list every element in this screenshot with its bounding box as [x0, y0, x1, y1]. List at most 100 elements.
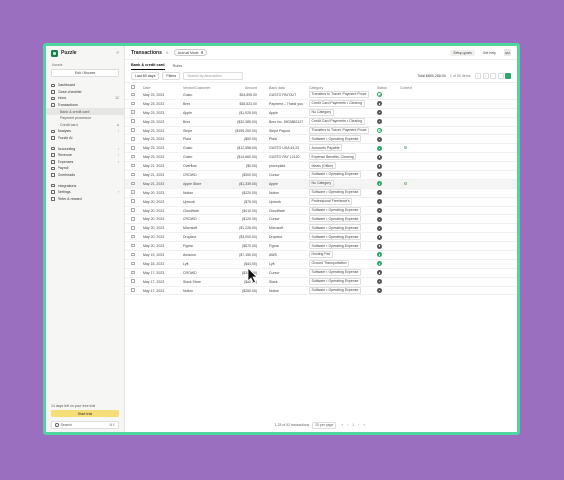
sort-icon[interactable]: ⇅	[166, 51, 169, 55]
sidebar-item-integrations[interactable]: Integrations	[46, 182, 124, 189]
table-row[interactable]: May 21, 2023 Overflow ($0.00) proceplaid Mea…	[125, 162, 517, 172]
table-row[interactable]: May 23, 2023 Brex ($32,385.00) Brex Inc. 89…	[125, 117, 517, 127]
category-select[interactable]: No Category	[309, 179, 334, 187]
accrual-mode-toggle[interactable]: Accrual Mode	[173, 49, 208, 56]
row-checkbox-box[interactable]	[131, 119, 135, 123]
sidebar-item-inbox[interactable]: Inbox 12	[46, 95, 124, 102]
context-icon[interactable]	[404, 146, 407, 150]
tab-bank-credit-card[interactable]: Bank & credit card	[131, 63, 165, 70]
setup-goals-button[interactable]: Setup goals	[450, 49, 475, 56]
status-check-icon[interactable]	[377, 225, 382, 231]
sidebar-item-close-checklist[interactable]: Close checklist	[46, 89, 124, 96]
table-row[interactable]: May 17, 2023 Notion ($250.00) Notion Softwar…	[125, 286, 517, 296]
category-select[interactable]: Software • Operating Expense	[309, 277, 361, 285]
sidebar-item-expenses[interactable]: Expenses ›	[46, 159, 124, 166]
table-row[interactable]: May 20, 2023 Cloudflare ($410.00) Cloudflar…	[125, 206, 517, 216]
status-check-icon[interactable]	[377, 270, 382, 276]
status-pending-icon[interactable]	[377, 252, 382, 258]
footer-next-button[interactable]: ›	[358, 423, 359, 427]
row-checkbox-box[interactable]	[131, 243, 135, 248]
status-pending-icon[interactable]	[377, 145, 382, 151]
row-checkbox-box[interactable]	[131, 146, 135, 150]
sidebar-item-settings[interactable]: Settings ›	[46, 189, 124, 196]
status-check-icon[interactable]	[377, 279, 382, 285]
table-row[interactable]: May 18, 2023 Lyft ($44.90) Lyft Ground Trans…	[125, 259, 517, 269]
row-checkbox-box[interactable]	[131, 181, 135, 186]
row-checkbox-box[interactable]	[131, 199, 135, 203]
category-select[interactable]: Ground Transportation	[309, 259, 350, 267]
row-checkbox-box[interactable]	[131, 101, 135, 106]
col-category[interactable]: Category	[309, 86, 377, 90]
avatar[interactable]: EM	[504, 49, 511, 56]
category-select[interactable]: Software • Operating Expense	[309, 268, 361, 276]
row-checkbox-box[interactable]	[131, 92, 135, 97]
get-help-button[interactable]: Get help	[483, 51, 496, 55]
row-checkbox-box[interactable]	[131, 110, 135, 114]
sidebar-item-puzzle-ai[interactable]: Puzzle AI	[46, 135, 124, 142]
col-amount[interactable]: Amount	[227, 86, 261, 90]
category-select[interactable]: Credit Card Payments • Clearing	[309, 99, 365, 107]
category-select[interactable]: Software • Operating Expense	[309, 242, 361, 250]
sidebar-item-credit-card[interactable]: Credit card ●	[46, 122, 124, 129]
sidebar-item-bank-credit-card[interactable]: Bank & credit card	[46, 108, 124, 115]
category-select[interactable]: Software • Operating Expense	[309, 188, 361, 196]
status-check-icon[interactable]	[377, 163, 382, 169]
sidebar-item-payroll[interactable]: Payroll	[46, 165, 124, 172]
row-checkbox-box[interactable]	[131, 208, 135, 212]
search-input[interactable]: Search by description	[183, 72, 244, 80]
sidebar-item-dashboard[interactable]: Dashboard	[46, 82, 124, 89]
collapse-sidebar-icon[interactable]: «	[116, 50, 119, 56]
status-check-icon[interactable]	[377, 243, 382, 249]
table-row[interactable]: May 20, 2023 Notion ($220.00) Notion Softwar…	[125, 188, 517, 198]
category-select[interactable]: Software • Operating Expense	[309, 215, 361, 223]
row-checkbox-box[interactable]	[131, 128, 135, 132]
status-check-icon[interactable]	[377, 101, 382, 107]
prev-page-button[interactable]: ‹	[475, 73, 481, 79]
first-page-button[interactable]: «	[341, 423, 343, 427]
category-select[interactable]: Accounts Payable	[309, 144, 343, 152]
row-checkbox-box[interactable]	[131, 172, 135, 177]
add-transaction-button[interactable]	[505, 73, 511, 79]
table-row[interactable]: May 20, 2023 Dropbox ($3,000.00) Dropbox Sof…	[125, 233, 517, 243]
row-checkbox-box[interactable]	[131, 234, 135, 239]
status-check-icon[interactable]	[377, 136, 382, 142]
category-select[interactable]: Transfers to Travel: Payment Proce	[309, 90, 369, 98]
context-icon[interactable]	[404, 181, 407, 185]
sidebar-item-transactions[interactable]: Transactions	[46, 102, 124, 109]
status-check-icon[interactable]	[377, 110, 382, 116]
row-checkbox-box[interactable]	[131, 190, 135, 194]
select-all-checkbox[interactable]	[131, 85, 135, 89]
status-check-icon[interactable]	[377, 190, 382, 196]
status-check-icon[interactable]	[377, 172, 382, 178]
col-bank-data[interactable]: Bank data	[261, 86, 309, 90]
table-row[interactable]: May 23, 2023 Apple ($1,525.00) Apple No Cate…	[125, 108, 517, 118]
category-select[interactable]: Software • Operating Expense	[309, 224, 361, 232]
tab-rules[interactable]: Rules	[173, 64, 183, 70]
category-select[interactable]: No Category	[309, 108, 334, 116]
category-select[interactable]: Transfers to Travel: Payment Proce	[309, 126, 369, 134]
per-page-select[interactable]: 25 per page	[312, 421, 337, 429]
status-check-icon[interactable]	[377, 216, 382, 222]
col-status[interactable]: Status	[377, 86, 400, 90]
row-checkbox-box[interactable]	[131, 288, 135, 292]
table-row[interactable]: May 21, 2023 Apple Store ($1,339.00) Apple N…	[125, 179, 517, 189]
table-row[interactable]: May 20, 2023 Upwork ($75.00) Upwork Professi…	[125, 197, 517, 207]
category-select[interactable]: Expense Benefits: Clearing	[309, 153, 357, 161]
status-edit-icon[interactable]	[377, 128, 382, 133]
table-row[interactable]: May 23, 2023 Plaid ($50.00) Plaid Software •…	[125, 135, 517, 145]
row-checkbox-box[interactable]	[131, 261, 135, 266]
next-page-button[interactable]: ›	[482, 73, 489, 79]
table-row[interactable]: May 17, 2023CROWD($380.00)CursorSoftware…	[125, 268, 517, 278]
status-check-icon[interactable]	[377, 199, 382, 205]
date-range-button[interactable]: Last 60 days	[131, 72, 160, 80]
start-trial-button[interactable]: Start trial	[51, 410, 119, 417]
row-checkbox-box[interactable]	[131, 163, 135, 168]
sidebar-item-overheads[interactable]: Overheads	[46, 172, 124, 179]
table-row[interactable]: May 23, 2023 Brex $36,523.00 Payment – Than…	[125, 99, 517, 109]
last-page-button[interactable]: »	[363, 423, 365, 427]
category-select[interactable]: Software • Operating Expense	[309, 286, 361, 294]
table-row[interactable]: May 23, 2023 Stripe ($155,200.00) Stripe Pa…	[125, 126, 517, 136]
table-row[interactable]: May 23, 2023 Gusto ($12,558.00) GUSTO USA 4…	[125, 144, 517, 154]
status-check-icon[interactable]	[377, 208, 382, 214]
row-checkbox-box[interactable]	[131, 154, 135, 159]
